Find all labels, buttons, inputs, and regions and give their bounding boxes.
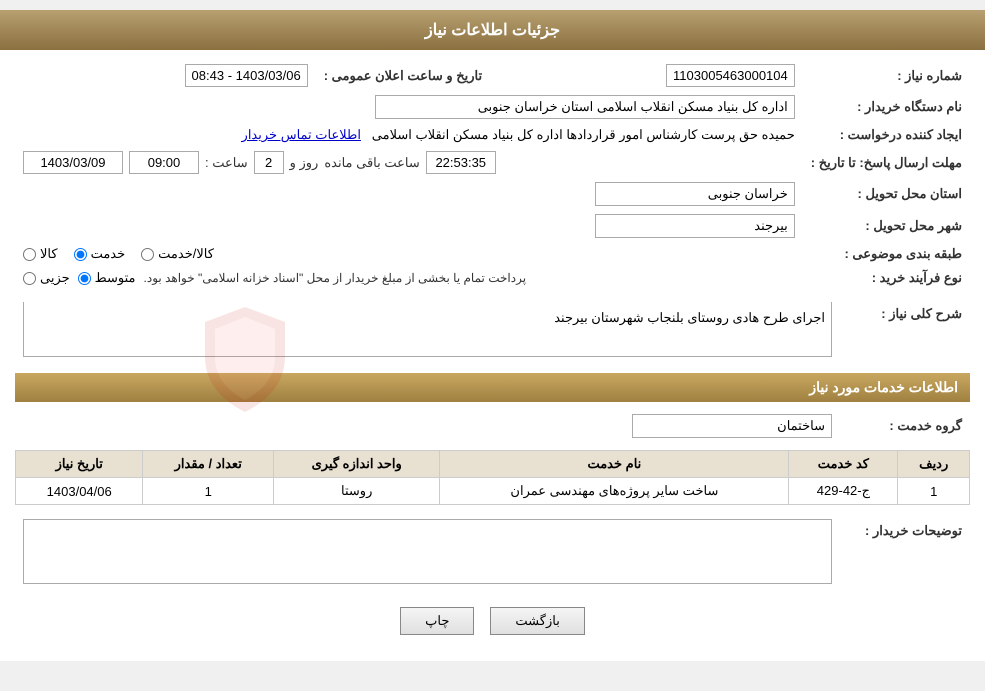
motavasset-label: متوسط bbox=[95, 270, 136, 286]
buyer-notes-cell bbox=[15, 515, 840, 591]
province-value: خراسان جنوبی bbox=[15, 178, 803, 210]
category-khadamat[interactable]: خدمت bbox=[74, 246, 126, 262]
countdown-value: 22:53:35 bbox=[426, 151, 496, 174]
kala-label: کالا bbox=[40, 246, 58, 262]
countdown-label: ساعت باقی مانده bbox=[324, 155, 419, 171]
creator-link[interactable]: اطلاعات تماس خریدار bbox=[242, 127, 361, 142]
cell-service-code: ج-42-429 bbox=[789, 478, 898, 505]
city-label: شهر محل تحویل : bbox=[803, 210, 970, 242]
kala-radio[interactable] bbox=[23, 248, 36, 261]
deadline-time: 09:00 bbox=[129, 151, 199, 174]
motavasset-radio[interactable] bbox=[78, 272, 91, 285]
kala-khadamat-radio[interactable] bbox=[141, 248, 154, 261]
cell-unit: روستا bbox=[274, 478, 440, 505]
category-kala[interactable]: کالا bbox=[23, 246, 58, 262]
service-group-box: ساختمان bbox=[632, 414, 832, 438]
need-number-box: 1103005463000104 bbox=[666, 64, 795, 87]
purchase-motavasset[interactable]: متوسط bbox=[78, 270, 136, 286]
print-button[interactable]: چاپ bbox=[400, 607, 474, 635]
category-kala-khadamat[interactable]: کالا/خدمت bbox=[141, 246, 214, 262]
deadline-time-label: ساعت : bbox=[205, 155, 248, 171]
cell-quantity: 1 bbox=[143, 478, 274, 505]
buyer-org-box: اداره کل بنیاد مسکن انقلاب اسلامی استان … bbox=[375, 95, 795, 119]
creator-label: ایجاد کننده درخواست : bbox=[803, 123, 970, 147]
announce-date-value: 1403/03/06 - 08:43 bbox=[15, 60, 316, 91]
cell-service-name: ساخت سایر پروژه‌های مهندسی عمران bbox=[440, 478, 789, 505]
services-table: ردیف کد خدمت نام خدمت واحد اندازه گیری ت… bbox=[15, 450, 970, 505]
announce-date-label: تاریخ و ساعت اعلان عمومی : bbox=[316, 60, 490, 91]
col-row-num: ردیف bbox=[898, 451, 970, 478]
creator-text: حمیده حق پرست کارشناس امور قراردادها ادا… bbox=[372, 127, 795, 142]
city-box: بیرجند bbox=[595, 214, 795, 238]
col-quantity: تعداد / مقدار bbox=[143, 451, 274, 478]
purchase-jozii[interactable]: جزیی bbox=[23, 270, 70, 286]
content-area: شماره نیاز : 1103005463000104 تاریخ و سا… bbox=[0, 50, 985, 661]
category-options: کالا/خدمت خدمت کالا bbox=[15, 242, 803, 266]
service-group-table: گروه خدمت : ساختمان bbox=[15, 410, 970, 442]
buyer-org-label: نام دستگاه خریدار : bbox=[803, 91, 970, 123]
purchase-note: پرداخت تمام یا بخشی از مبلغ خریدار از مح… bbox=[144, 271, 527, 285]
deadline-days: 2 bbox=[254, 151, 284, 174]
jozii-radio[interactable] bbox=[23, 272, 36, 285]
table-row: 1 ج-42-429 ساخت سایر پروژه‌های مهندسی عم… bbox=[16, 478, 970, 505]
need-desc-text: اجرای طرح هادی روستای بلنجاب شهرستان بیر… bbox=[23, 302, 832, 357]
col-service-name: نام خدمت bbox=[440, 451, 789, 478]
city-value: بیرجند bbox=[15, 210, 803, 242]
purchase-type-row: پرداخت تمام یا بخشی از مبلغ خریدار از مح… bbox=[15, 266, 803, 290]
jozii-label: جزیی bbox=[40, 270, 70, 286]
province-label: استان محل تحویل : bbox=[803, 178, 970, 210]
khadamat-label: خدمت bbox=[91, 246, 126, 262]
need-number-label: شماره نیاز : bbox=[803, 60, 970, 91]
col-service-code: کد خدمت bbox=[789, 451, 898, 478]
deadline-row: 22:53:35 ساعت باقی مانده روز و 2 ساعت : … bbox=[15, 147, 803, 178]
khadamat-radio[interactable] bbox=[74, 248, 87, 261]
need-desc-cell: اجرای طرح هادی روستای بلنجاب شهرستان بیر… bbox=[15, 298, 840, 361]
buyer-org-value: اداره کل بنیاد مسکن انقلاب اسلامی استان … bbox=[15, 91, 803, 123]
buyer-notes-table: توضیحات خریدار : bbox=[15, 515, 970, 591]
col-unit: واحد اندازه گیری bbox=[274, 451, 440, 478]
page-wrapper: جزئیات اطلاعات نیاز شماره نیاز : 1103005… bbox=[0, 10, 985, 661]
deadline-label: مهلت ارسال پاسخ: تا تاریخ : bbox=[803, 147, 970, 178]
need-number-value: 1103005463000104 bbox=[490, 60, 803, 91]
cell-date: 1403/04/06 bbox=[16, 478, 143, 505]
buyer-notes-textarea[interactable] bbox=[23, 519, 832, 584]
back-button[interactable]: بازگشت bbox=[490, 607, 584, 635]
service-group-label: گروه خدمت : bbox=[840, 410, 970, 442]
info-table: شماره نیاز : 1103005463000104 تاریخ و سا… bbox=[15, 60, 970, 290]
col-date: تاریخ نیاز bbox=[16, 451, 143, 478]
need-desc-table: شرح کلی نیاز : اجرای طرح هادی روستای بلن… bbox=[15, 298, 970, 361]
need-desc-label: شرح کلی نیاز : bbox=[840, 298, 970, 361]
button-row: بازگشت چاپ bbox=[15, 607, 970, 635]
creator-value: حمیده حق پرست کارشناس امور قراردادها ادا… bbox=[15, 123, 803, 147]
announce-date-box: 1403/03/06 - 08:43 bbox=[185, 64, 308, 87]
deadline-days-label: روز و bbox=[290, 155, 319, 171]
category-label: طبقه بندی موضوعی : bbox=[803, 242, 970, 266]
services-section-title: اطلاعات خدمات مورد نیاز bbox=[15, 373, 970, 402]
cell-row-num: 1 bbox=[898, 478, 970, 505]
kala-khadamat-label: کالا/خدمت bbox=[158, 246, 214, 262]
service-group-value: ساختمان bbox=[15, 410, 840, 442]
page-title: جزئیات اطلاعات نیاز bbox=[425, 22, 560, 39]
deadline-date: 1403/03/09 bbox=[23, 151, 123, 174]
page-header: جزئیات اطلاعات نیاز bbox=[0, 10, 985, 50]
purchase-type-label: نوع فرآیند خرید : bbox=[803, 266, 970, 290]
buyer-notes-label: توضیحات خریدار : bbox=[840, 515, 970, 591]
province-box: خراسان جنوبی bbox=[595, 182, 795, 206]
